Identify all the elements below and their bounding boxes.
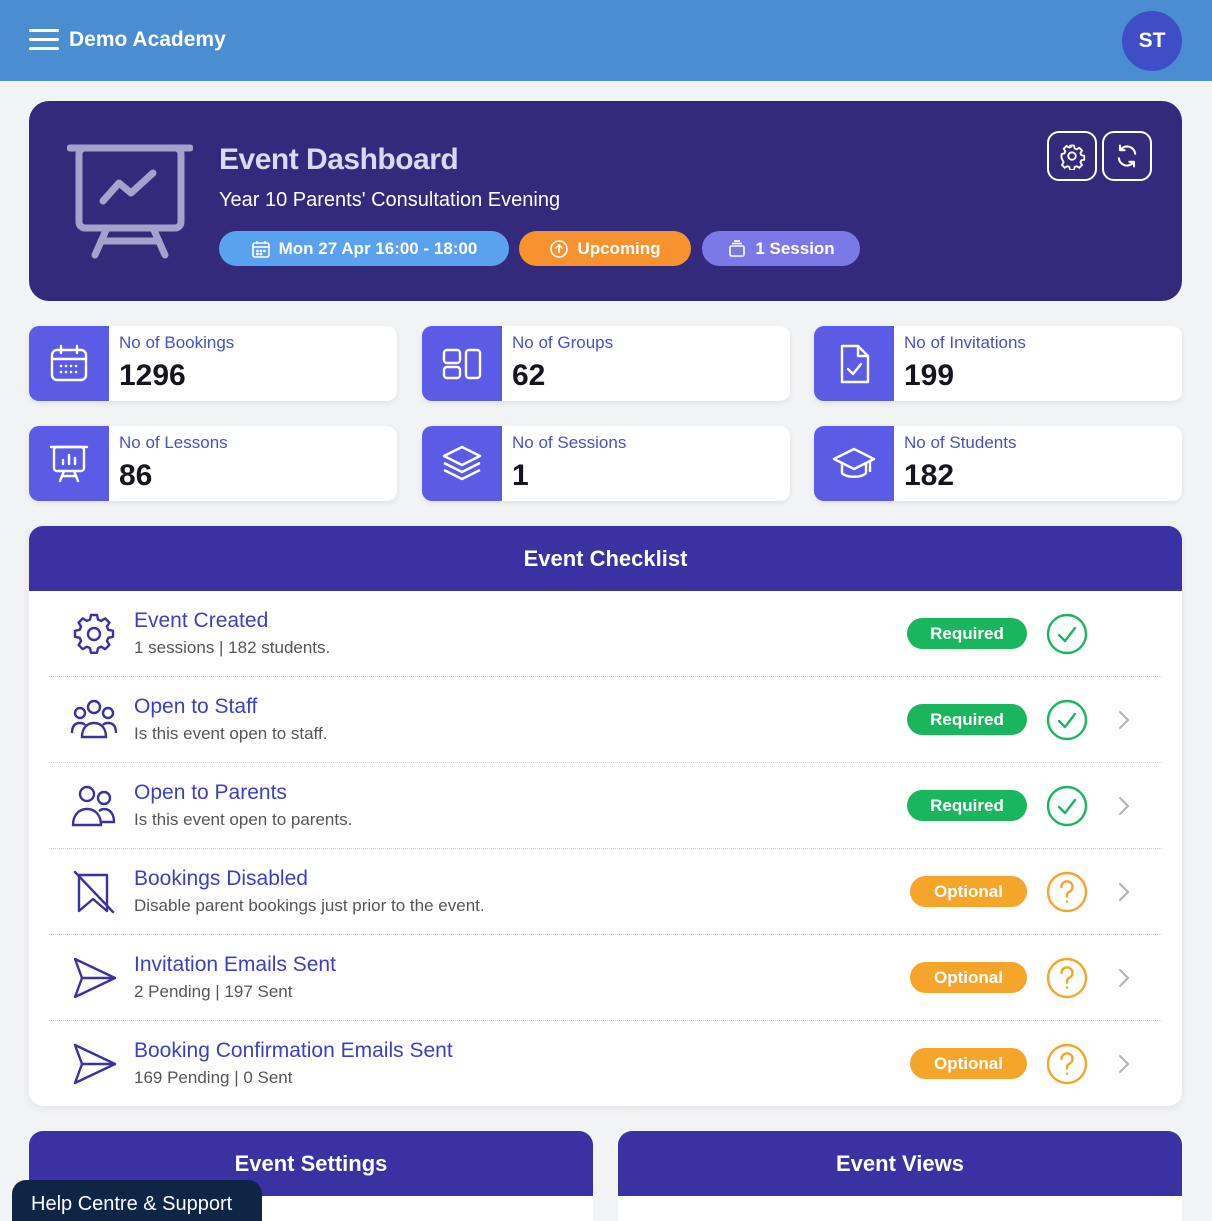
chevron-right-icon[interactable] bbox=[1115, 966, 1133, 990]
chevron-right-icon[interactable] bbox=[1115, 1052, 1133, 1076]
question-circle-icon bbox=[1046, 1043, 1088, 1085]
gear-icon bbox=[73, 613, 115, 654]
calendar-icon bbox=[251, 240, 270, 258]
stat-value: 182 bbox=[904, 459, 955, 492]
stat-card-students: No of Students 182 bbox=[814, 426, 1182, 501]
stat-label: No of Invitations bbox=[904, 333, 1026, 352]
event-status-pill: Upcoming bbox=[519, 231, 691, 266]
checklist-item-booking-confirmation-emails[interactable]: Booking Confirmation Emails Sent 169 Pen… bbox=[49, 1021, 1162, 1106]
menu-icon[interactable] bbox=[29, 29, 59, 53]
optional-badge: Optional bbox=[910, 876, 1027, 907]
send-icon bbox=[73, 1043, 117, 1085]
event-checklist: Event Checklist Event Created 1 sessions… bbox=[29, 526, 1182, 1106]
checklist-item-desc: Is this event open to parents. bbox=[134, 810, 353, 829]
checklist-item-title[interactable]: Booking Confirmation Emails Sent bbox=[134, 1039, 453, 1063]
stat-card-invitations: No of Invitations 199 bbox=[814, 326, 1182, 401]
checklist-item-desc: Disable parent bookings just prior to th… bbox=[134, 896, 485, 915]
avatar[interactable]: ST bbox=[1122, 11, 1182, 71]
refresh-icon bbox=[1117, 144, 1137, 168]
check-circle-icon bbox=[1046, 613, 1088, 655]
checklist-item-bookings-disabled[interactable]: Bookings Disabled Disable parent booking… bbox=[49, 849, 1162, 935]
optional-badge: Optional bbox=[910, 1048, 1027, 1079]
arrow-up-circle-icon bbox=[550, 239, 569, 258]
checklist-item-title[interactable]: Open to Parents bbox=[134, 781, 287, 805]
event-date-label: Mon 27 Apr 16:00 - 18:00 bbox=[278, 238, 478, 258]
checklist-item-title[interactable]: Event Created bbox=[134, 609, 268, 633]
check-circle-icon bbox=[1046, 785, 1088, 827]
calendar-icon bbox=[50, 344, 88, 381]
session-count-label: 1 Session bbox=[755, 238, 835, 258]
stat-label: No of Students bbox=[904, 433, 1017, 452]
document-check-icon bbox=[840, 344, 870, 383]
optional-badge: Optional bbox=[910, 962, 1027, 993]
stat-card-lessons: No of Lessons 86 bbox=[29, 426, 397, 501]
stack-icon bbox=[729, 239, 746, 257]
event-views-title: Event Views bbox=[618, 1131, 1182, 1196]
stat-label: No of Lessons bbox=[119, 433, 228, 452]
checklist-item-open-to-parents[interactable]: Open to Parents Is this event open to pa… bbox=[49, 763, 1162, 849]
chevron-right-icon[interactable] bbox=[1115, 794, 1133, 818]
checklist-item-title[interactable]: Invitation Emails Sent bbox=[134, 953, 336, 977]
brand-name[interactable]: Demo Academy bbox=[69, 28, 226, 52]
stat-value: 86 bbox=[119, 459, 153, 492]
checklist-item-event-created: Event Created 1 sessions | 182 students.… bbox=[49, 591, 1162, 677]
chevron-right-icon[interactable] bbox=[1115, 880, 1133, 904]
required-badge: Required bbox=[907, 790, 1027, 821]
chevron-right-icon[interactable] bbox=[1115, 708, 1133, 732]
stat-value: 199 bbox=[904, 359, 955, 392]
checklist-item-title[interactable]: Bookings Disabled bbox=[134, 867, 308, 891]
users-group-icon bbox=[70, 699, 118, 739]
checklist-item-desc: 2 Pending | 197 Sent bbox=[134, 982, 293, 1001]
stat-value: 1 bbox=[512, 459, 529, 492]
required-badge: Required bbox=[907, 704, 1027, 735]
presentation-chart-icon bbox=[49, 445, 89, 482]
stat-card-bookings: No of Bookings 1296 bbox=[29, 326, 397, 401]
session-count-pill: 1 Session bbox=[702, 231, 860, 266]
stat-label: No of Sessions bbox=[512, 433, 627, 452]
page-title: Event Dashboard bbox=[219, 143, 459, 176]
event-header-card: Event Dashboard Year 10 Parents' Consult… bbox=[29, 101, 1182, 301]
event-name: Year 10 Parents' Consultation Evening bbox=[219, 189, 561, 211]
check-circle-icon bbox=[1046, 699, 1088, 741]
checklist-item-desc: Is this event open to staff. bbox=[134, 724, 328, 743]
checklist-item-title[interactable]: Open to Staff bbox=[134, 695, 257, 719]
checklist-item-desc: 169 Pending | 0 Sent bbox=[134, 1068, 293, 1087]
layers-icon bbox=[442, 445, 482, 480]
event-status-label: Upcoming bbox=[577, 238, 661, 258]
checklist-title: Event Checklist bbox=[29, 526, 1182, 591]
stat-label: No of Bookings bbox=[119, 333, 235, 352]
question-circle-icon bbox=[1046, 957, 1088, 999]
event-date-pill: Mon 27 Apr 16:00 - 18:00 bbox=[219, 231, 509, 266]
stat-value: 1296 bbox=[119, 359, 186, 392]
checklist-item-invitation-emails[interactable]: Invitation Emails Sent 2 Pending | 197 S… bbox=[49, 935, 1162, 1021]
send-icon bbox=[73, 957, 117, 999]
bookmark-off-icon bbox=[73, 870, 115, 914]
checklist-item-desc: 1 sessions | 182 students. bbox=[134, 638, 331, 657]
stat-label: No of Groups bbox=[512, 333, 614, 352]
top-bar: Demo Academy ST bbox=[0, 0, 1212, 81]
users-icon bbox=[71, 785, 116, 827]
refresh-button[interactable] bbox=[1102, 131, 1152, 181]
stat-card-groups: No of Groups 62 bbox=[422, 326, 790, 401]
gear-icon bbox=[1060, 144, 1086, 170]
required-badge: Required bbox=[907, 618, 1027, 649]
question-circle-icon bbox=[1046, 871, 1088, 913]
settings-button[interactable] bbox=[1047, 131, 1097, 181]
event-views-panel: Event Views bbox=[618, 1131, 1182, 1221]
stat-value: 62 bbox=[512, 359, 546, 392]
graduation-cap-icon bbox=[832, 447, 876, 478]
presentation-board-icon bbox=[67, 144, 193, 259]
help-centre-button[interactable]: Help Centre & Support bbox=[12, 1180, 262, 1221]
checklist-item-open-to-staff[interactable]: Open to Staff Is this event open to staf… bbox=[49, 677, 1162, 763]
groups-icon bbox=[442, 348, 482, 379]
stat-card-sessions: No of Sessions 1 bbox=[422, 426, 790, 501]
